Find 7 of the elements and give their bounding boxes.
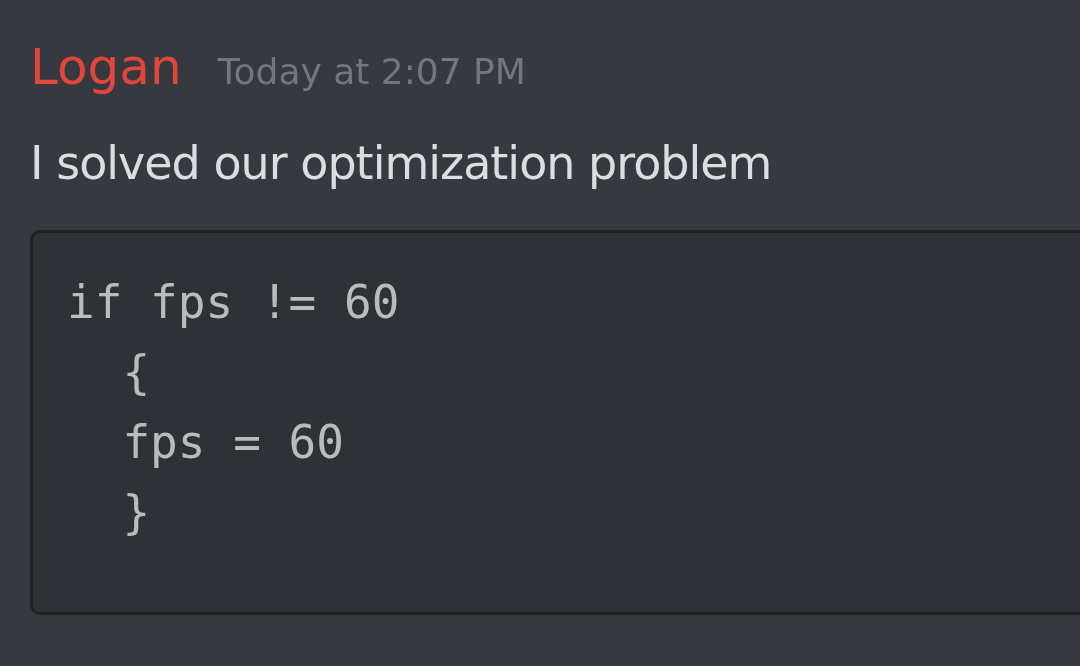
username[interactable]: Logan bbox=[30, 38, 182, 96]
code-line: fps = 60 bbox=[121, 414, 344, 471]
code-line: } bbox=[121, 484, 151, 541]
timestamp: Today at 2:07 PM bbox=[217, 51, 526, 92]
message-text: I solved our optimization problem bbox=[30, 136, 773, 190]
code-line: { bbox=[121, 344, 151, 401]
code-line: if fps != 60 bbox=[67, 274, 400, 331]
